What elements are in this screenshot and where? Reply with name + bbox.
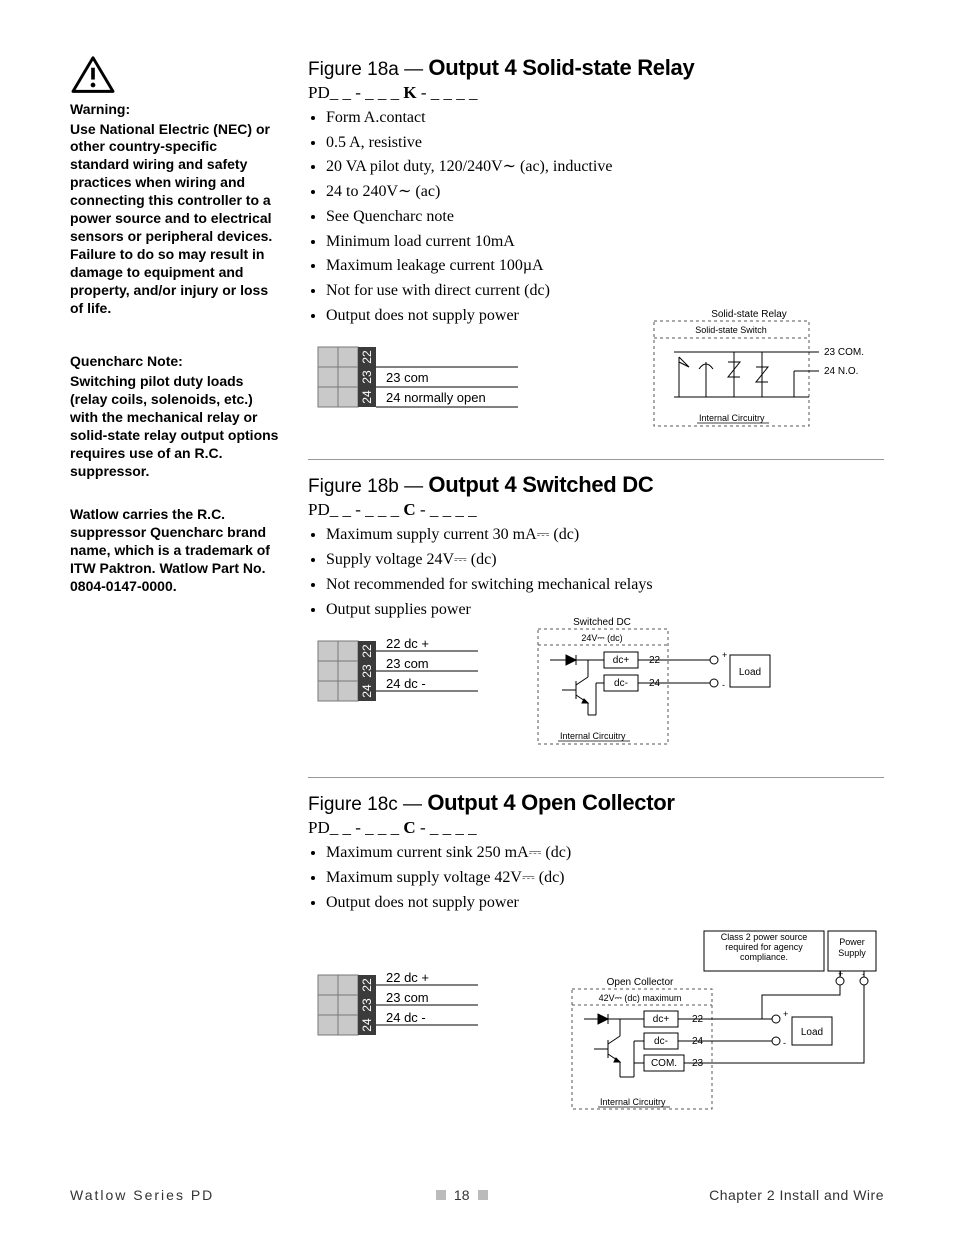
spec-list: Form A.contact 0.5 A, resistive 20 VA pi… bbox=[308, 107, 884, 327]
svg-text:Internal Circuitry: Internal Circuitry bbox=[600, 1097, 666, 1107]
schematic-a: Solid-state Relay Solid-state Switch bbox=[644, 307, 884, 437]
spec-item: Form A.contact bbox=[326, 107, 884, 130]
svg-text:Switched DC: Switched DC bbox=[573, 617, 631, 628]
sidebar: Warning: Use National Electric (NEC) or … bbox=[70, 55, 280, 1125]
svg-text:Load: Load bbox=[801, 1027, 823, 1038]
terminal-block-b: 22 23 24 22 dc + 23 com 24 dc - bbox=[308, 631, 488, 711]
svg-text:24: 24 bbox=[360, 390, 374, 404]
svg-text:23: 23 bbox=[360, 998, 374, 1012]
figure-title: Figure 18c — Output 4 Open Collector bbox=[308, 790, 884, 816]
spec-item: Minimum load current 10mA bbox=[326, 231, 884, 254]
svg-text:dc-: dc- bbox=[614, 678, 628, 689]
svg-text:dc+: dc+ bbox=[653, 1014, 670, 1025]
footer-box-icon bbox=[478, 1190, 488, 1200]
svg-text:Solid-state Switch: Solid-state Switch bbox=[695, 325, 767, 335]
svg-text:-: - bbox=[783, 1038, 786, 1048]
svg-text:23: 23 bbox=[360, 370, 374, 384]
spec-item: 0.5 A, resistive bbox=[326, 132, 884, 155]
spec-item: Output does not supply power bbox=[326, 892, 884, 915]
section-divider bbox=[308, 459, 884, 460]
page-footer: Watlow Series PD 18 Chapter 2 Install an… bbox=[70, 1187, 884, 1203]
spec-item: Maximum supply current 30 mA⎓ (dc) bbox=[326, 524, 884, 547]
figure-18c: Figure 18c — Output 4 Open Collector PD_… bbox=[308, 790, 884, 1124]
terminal-block-a: 22 23 24 23 com 24 normally open bbox=[308, 337, 528, 417]
warning-icon bbox=[70, 55, 280, 95]
svg-text:-: - bbox=[722, 680, 725, 690]
figure-lead: Figure 18c — bbox=[308, 794, 427, 815]
spec-item: Maximum current sink 250 mA⎓ (dc) bbox=[326, 842, 884, 865]
spec-item: See Quencharc note bbox=[326, 206, 884, 229]
svg-text:Load: Load bbox=[739, 667, 761, 678]
figure-18b: Figure 18b — Output 4 Switched DC PD_ _ … bbox=[308, 472, 884, 755]
spec-list: Maximum supply current 30 mA⎓ (dc) Suppl… bbox=[308, 524, 884, 621]
part-number: PD_ _ - _ _ _ C - _ _ _ _ bbox=[308, 818, 884, 838]
schematic-c: Class 2 power source required for agency… bbox=[564, 925, 884, 1125]
spec-item: 24 to 240V∼ (ac) bbox=[326, 181, 884, 204]
svg-text:dc-: dc- bbox=[654, 1036, 668, 1047]
svg-text:22: 22 bbox=[360, 644, 374, 658]
schematic-b: Switched DC 24V⎓ (dc) bbox=[532, 615, 792, 755]
svg-text:24 dc -: 24 dc - bbox=[386, 676, 426, 691]
spec-item: Supply voltage 24V⎓ (dc) bbox=[326, 549, 884, 572]
figure-18a: Figure 18a — Output 4 Solid-state Relay … bbox=[308, 55, 884, 437]
svg-text:24V⎓ (dc): 24V⎓ (dc) bbox=[581, 633, 622, 643]
svg-text:dc+: dc+ bbox=[613, 655, 630, 666]
figure-name: Output 4 Switched DC bbox=[428, 472, 653, 497]
svg-text:Internal Circuitry: Internal Circuitry bbox=[699, 413, 765, 423]
spec-item: Not for use with direct current (dc) bbox=[326, 280, 884, 303]
svg-text:23 com: 23 com bbox=[386, 656, 429, 671]
section-divider bbox=[308, 777, 884, 778]
figure-lead: Figure 18b — bbox=[308, 476, 428, 497]
footer-box-icon bbox=[436, 1190, 446, 1200]
svg-text:Open Collector: Open Collector bbox=[607, 977, 674, 988]
figure-title: Figure 18a — Output 4 Solid-state Relay bbox=[308, 55, 884, 81]
terminal-block-c: 22 23 24 22 dc + 23 com 24 dc - bbox=[308, 965, 488, 1045]
warning-heading: Warning: bbox=[70, 101, 280, 119]
svg-text:+: + bbox=[722, 650, 727, 660]
svg-text:23 COM.: 23 COM. bbox=[824, 347, 864, 358]
svg-text:22 dc +: 22 dc + bbox=[386, 970, 429, 985]
svg-text:24: 24 bbox=[360, 1018, 374, 1032]
spec-item: Maximum leakage current 100µA bbox=[326, 255, 884, 278]
svg-text:22: 22 bbox=[360, 350, 374, 364]
svg-text:Solid-state Relay: Solid-state Relay bbox=[711, 309, 787, 320]
quencharc-heading: Quencharc Note: bbox=[70, 353, 280, 371]
figure-name: Output 4 Open Collector bbox=[427, 790, 674, 815]
svg-text:23 com: 23 com bbox=[386, 370, 429, 385]
terminal-row bbox=[318, 347, 358, 407]
figure-title: Figure 18b — Output 4 Switched DC bbox=[308, 472, 884, 498]
figure-name: Output 4 Solid-state Relay bbox=[428, 55, 694, 80]
svg-text:24: 24 bbox=[360, 684, 374, 698]
svg-text:+: + bbox=[838, 969, 843, 979]
quencharc-text: Switching pilot duty loads (relay coils,… bbox=[70, 373, 280, 480]
warning-text: Use National Electric (NEC) or other cou… bbox=[70, 121, 280, 318]
svg-text:23: 23 bbox=[360, 664, 374, 678]
main-content: Figure 18a — Output 4 Solid-state Relay … bbox=[308, 55, 884, 1125]
svg-text:+: + bbox=[783, 1009, 788, 1019]
svg-text:22 dc +: 22 dc + bbox=[386, 636, 429, 651]
spec-list: Maximum current sink 250 mA⎓ (dc) Maximu… bbox=[308, 842, 884, 914]
svg-text:Internal Circuitry: Internal Circuitry bbox=[560, 731, 626, 741]
part-number: PD_ _ - _ _ _ K - _ _ _ _ bbox=[308, 83, 884, 103]
spec-item: Not recommended for switching mechanical… bbox=[326, 574, 884, 597]
brand-text: Watlow carries the R.C. suppressor Quenc… bbox=[70, 506, 280, 596]
footer-left: Watlow Series PD bbox=[70, 1187, 214, 1203]
footer-page: 18 bbox=[436, 1187, 488, 1203]
figure-lead: Figure 18a — bbox=[308, 59, 428, 80]
svg-text:24 dc -: 24 dc - bbox=[386, 1010, 426, 1025]
svg-text:23 com: 23 com bbox=[386, 990, 429, 1005]
svg-text:24 N.O.: 24 N.O. bbox=[824, 366, 858, 377]
spec-item: 20 VA pilot duty, 120/240V∼ (ac), induct… bbox=[326, 156, 884, 179]
svg-text:24 normally open: 24 normally open bbox=[386, 390, 486, 405]
svg-text:COM.: COM. bbox=[651, 1058, 677, 1069]
spec-item: Maximum supply voltage 42V⎓ (dc) bbox=[326, 867, 884, 890]
svg-text:22: 22 bbox=[360, 978, 374, 992]
part-number: PD_ _ - _ _ _ C - _ _ _ _ bbox=[308, 500, 884, 520]
footer-right: Chapter 2 Install and Wire bbox=[709, 1187, 884, 1203]
svg-text:42V⎓ (dc) maximum: 42V⎓ (dc) maximum bbox=[599, 993, 682, 1003]
